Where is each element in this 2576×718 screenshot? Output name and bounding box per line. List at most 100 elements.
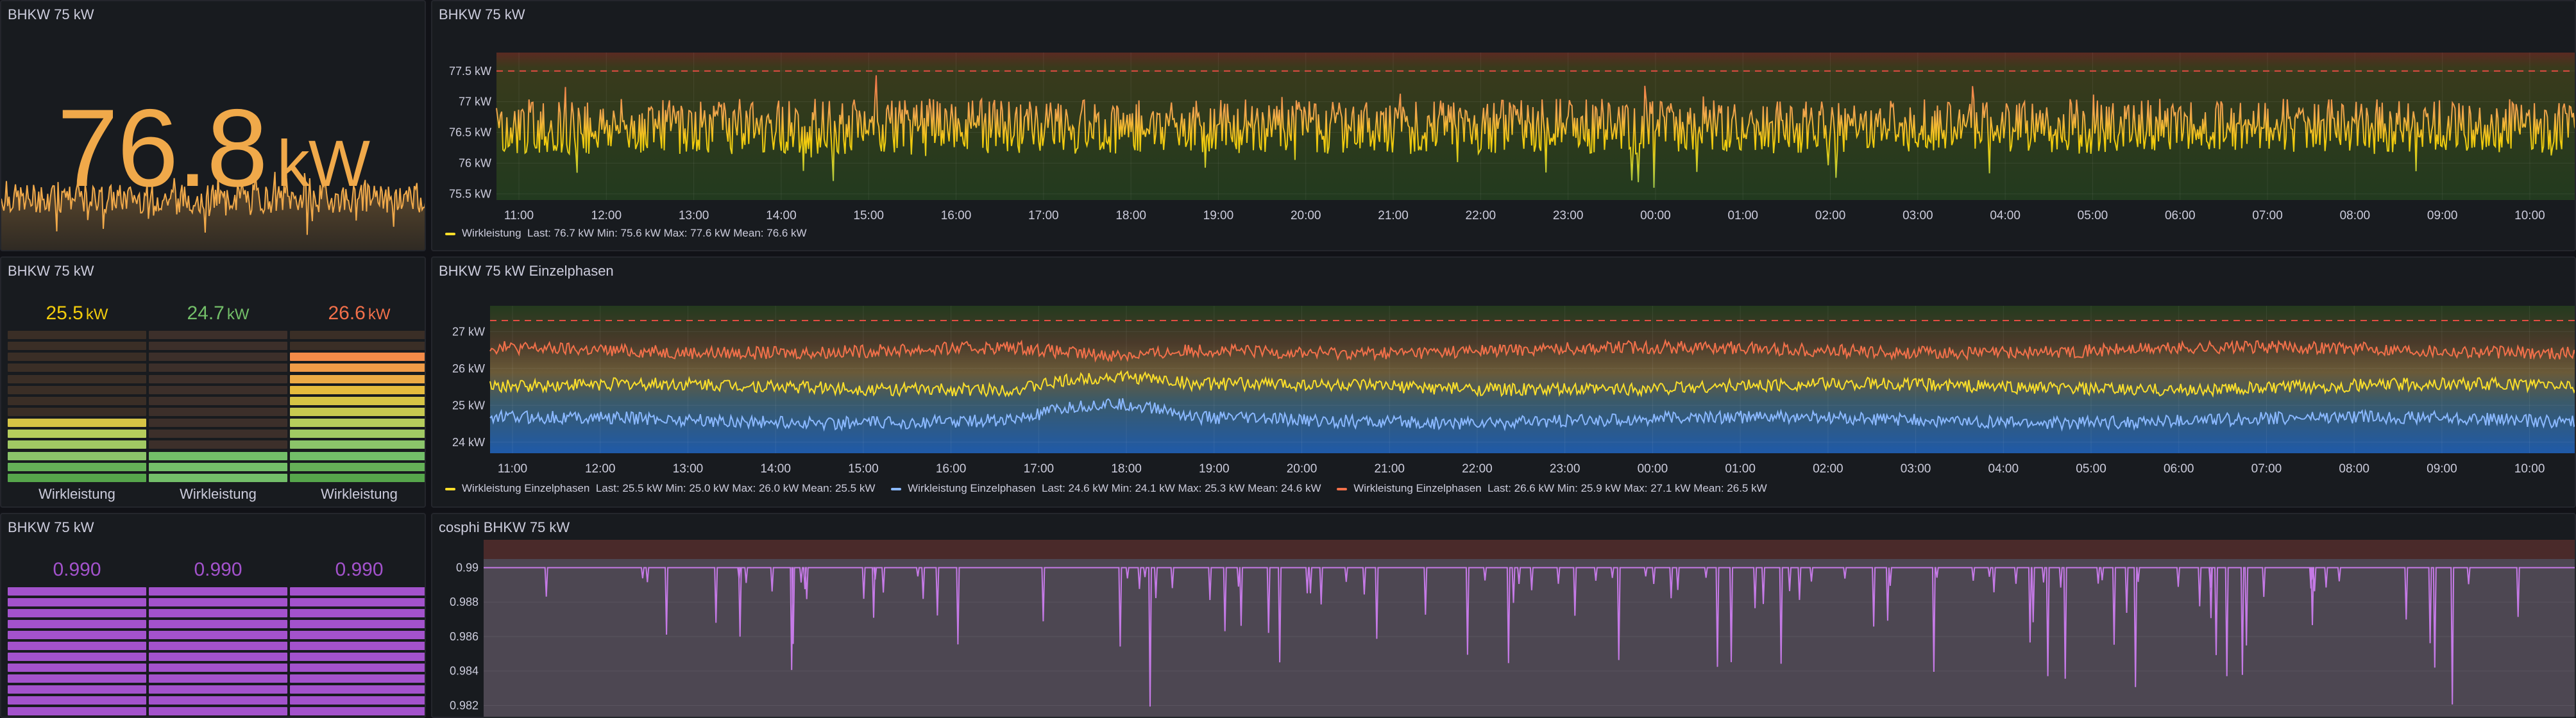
gauge-label: Wirkleistung xyxy=(321,486,398,502)
phases-bargauge-panel[interactable]: BHKW 75 kW 25.5 kW Wirkleistung 24.7 kW Wirkl… xyxy=(0,256,426,508)
gauge-segment xyxy=(290,430,425,438)
x-tick-label: 17:00 xyxy=(1024,462,1055,476)
x-tick-label: 00:00 xyxy=(1640,209,1671,222)
x-tick-label: 11:00 xyxy=(498,462,527,476)
legend-item-2[interactable]: Wirkleistung Einzelphasen Last: 24.6 kW … xyxy=(891,482,1321,494)
bar-gauge-3[interactable]: 0.990 xyxy=(290,559,425,715)
cosphi-timeseries-panel[interactable]: cosphi BHKW 75 kW 0.99 0.988 0.986 0.984 0.9… xyxy=(431,513,2576,718)
gauge-segment xyxy=(149,396,287,405)
gauge-segment xyxy=(290,331,425,339)
gauge-segment xyxy=(8,685,146,694)
x-tick-label: 07:00 xyxy=(2252,209,2283,222)
gauge-segment xyxy=(290,462,425,471)
gauge-segment xyxy=(149,385,287,394)
y-tick-label: 76.5 kW xyxy=(449,126,491,139)
gauge-segment xyxy=(149,642,287,650)
gauge-segment xyxy=(290,631,425,639)
bar-gauge-2[interactable]: 0.990 xyxy=(149,559,287,715)
x-tick-label: 13:00 xyxy=(679,209,709,222)
gauge-bars xyxy=(8,331,146,482)
gauge-segment xyxy=(149,664,287,672)
gauge-segment xyxy=(290,374,425,383)
stat-panel[interactable]: BHKW 75 kW 76.8 kW xyxy=(0,0,426,251)
gauge-segment xyxy=(149,620,287,628)
plot-background xyxy=(484,559,2575,717)
gauge-segment xyxy=(149,451,287,460)
x-tick-label: 23:00 xyxy=(1550,462,1580,476)
bar-gauge-1[interactable]: 25.5 kW Wirkleistung xyxy=(8,303,146,506)
cosphi-bargauge-panel[interactable]: BHKW 75 kW 0.990 0.990 0.990 xyxy=(0,513,426,718)
gauge-segment xyxy=(290,653,425,661)
x-tick-label: 20:00 xyxy=(1287,462,1318,476)
x-tick-label: 02:00 xyxy=(1815,209,1846,222)
gauge-label: Wirkleistung xyxy=(180,486,257,502)
gauge-bars xyxy=(149,587,287,715)
x-tick-label: 18:00 xyxy=(1111,462,1142,476)
gauge-segment xyxy=(290,342,425,351)
gauge-bars xyxy=(290,587,425,715)
gauge-segment xyxy=(290,620,425,628)
gauge-value: 25.5 kW xyxy=(46,303,108,324)
legend-item-1[interactable]: Wirkleistung Einzelphasen Last: 25.5 kW … xyxy=(445,482,875,494)
legend-swatch xyxy=(891,487,902,490)
gauge-segment xyxy=(149,353,287,362)
gauge-segment xyxy=(149,419,287,428)
x-tick-label: 12:00 xyxy=(591,209,622,222)
x-tick-label: 16:00 xyxy=(941,209,972,222)
x-tick-label: 09:00 xyxy=(2427,462,2457,476)
x-tick-label: 17:00 xyxy=(1028,209,1059,222)
gauge-label: Wirkleistung xyxy=(38,486,115,502)
gauge-segment xyxy=(290,664,425,672)
x-tick-label: 04:00 xyxy=(1990,209,2021,222)
x-tick-label: 10:00 xyxy=(2514,209,2545,222)
gauge-segment xyxy=(149,374,287,383)
power-chart: 77.5 kW 77 kW 76.5 kW 76 kW 75.5 kW 11:00 12:0… xyxy=(449,53,2575,222)
gauge-value: 0.990 xyxy=(194,559,242,580)
x-tick-label: 19:00 xyxy=(1199,462,1230,476)
legend-series-name: Wirkleistung xyxy=(462,227,521,239)
gauge-value: 24.7 kW xyxy=(187,303,250,324)
gauge-segment xyxy=(290,440,425,449)
x-tick-label: 04:00 xyxy=(1988,462,2019,476)
gauge-segment xyxy=(8,631,146,639)
gauge-segment xyxy=(290,385,425,394)
x-tick-label: 01:00 xyxy=(1727,209,1758,222)
x-tick-label: 14:00 xyxy=(760,462,791,476)
gauge-segment xyxy=(8,598,146,606)
gauge-segment xyxy=(290,363,425,372)
y-tick-label: 0.982 xyxy=(450,699,479,712)
gauge-segment xyxy=(149,707,287,715)
y-tick-label: 77.5 kW xyxy=(449,65,491,78)
gauge-segment xyxy=(8,473,146,482)
gauge-segment xyxy=(149,653,287,661)
x-tick-label: 08:00 xyxy=(2339,462,2369,476)
phases-timeseries-panel[interactable]: BHKW 75 kW Einzelphasen 27 kW 26 kW 25 kW 2… xyxy=(431,256,2576,508)
gauge-segment xyxy=(8,642,146,650)
gauge-segment xyxy=(290,642,425,650)
bar-gauge-2[interactable]: 24.7 kW Wirkleistung xyxy=(149,303,287,506)
bar-gauge-3[interactable]: 26.6 kW Wirkleistung xyxy=(290,303,425,506)
gauge-segment xyxy=(8,407,146,416)
legend[interactable]: Wirkleistung Last: 76.7 kW Min: 75.6 kW … xyxy=(445,227,807,240)
legend[interactable]: Wirkleistung Einzelphasen Last: 25.5 kW … xyxy=(445,482,1780,495)
gauge-segment xyxy=(149,473,287,482)
cosphi-chart: 0.99 0.988 0.986 0.984 0.982 xyxy=(450,540,2575,717)
x-tick-label: 01:00 xyxy=(1725,462,1756,476)
x-tick-label: 18:00 xyxy=(1115,209,1146,222)
gauge-segment xyxy=(8,353,146,362)
power-timeseries-panel[interactable]: BHKW 75 kW 77.5 kW 77 kW 76.5 kW 76 kW 75.5 … xyxy=(431,0,2576,251)
bar-gauge-1[interactable]: 0.990 xyxy=(8,559,146,715)
x-tick-label: 11:00 xyxy=(504,209,534,222)
gauge-value: 0.990 xyxy=(53,559,101,580)
gauge-segment xyxy=(8,707,146,715)
x-tick-label: 22:00 xyxy=(1462,462,1493,476)
gauge-segment xyxy=(149,587,287,596)
y-tick-label: 27 kW xyxy=(452,325,485,338)
gauge-segment xyxy=(149,609,287,617)
legend-item-3[interactable]: Wirkleistung Einzelphasen Last: 26.6 kW … xyxy=(1337,482,1767,494)
gauge-segment xyxy=(8,331,146,339)
x-tick-label: 03:00 xyxy=(1902,209,1933,222)
gauge-segment xyxy=(290,674,425,683)
legend-swatch xyxy=(445,232,455,235)
gauge-segment xyxy=(290,396,425,405)
